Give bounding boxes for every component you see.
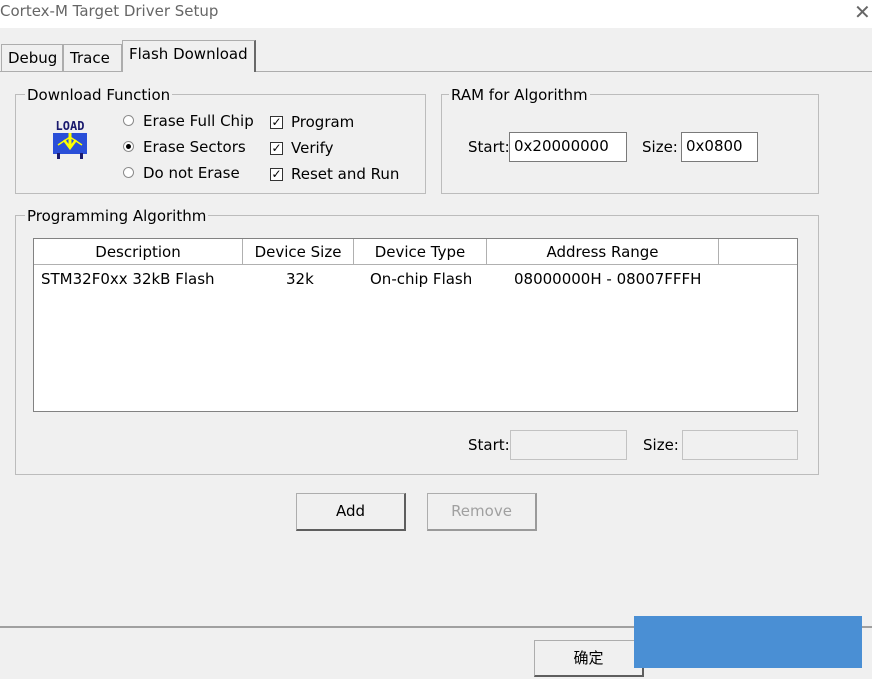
do-not-erase-radio[interactable] [123, 167, 134, 178]
verify-label: Verify [291, 139, 334, 157]
ok-button[interactable]: 确定 [534, 640, 644, 677]
erase-sectors-label: Erase Sectors [143, 138, 246, 156]
tab-trace[interactable]: Trace [63, 44, 122, 71]
algo-size-input[interactable] [682, 430, 798, 460]
watermark [634, 616, 862, 668]
table-row[interactable]: STM32F0xx 32kB Flash 32k On-chip Flash 0… [34, 266, 797, 292]
close-icon[interactable]: ✕ [854, 0, 871, 24]
ram-size-label: Size: [642, 138, 678, 156]
load-icon-text: LOAD [56, 119, 85, 133]
algo-size-label: Size: [643, 436, 679, 454]
column-header-empty [719, 239, 797, 265]
ram-algorithm-legend: RAM for Algorithm [449, 86, 590, 104]
algorithm-list[interactable]: Description Device Size Device Type Addr… [33, 238, 798, 412]
program-label: Program [291, 113, 355, 131]
row-device-size: 32k [286, 270, 314, 288]
tab-flash-download[interactable]: Flash Download [122, 40, 256, 72]
window-title: Cortex-M Target Driver Setup [0, 2, 219, 20]
load-icon: LOAD [50, 118, 90, 160]
remove-button[interactable]: Remove [427, 493, 537, 531]
row-description: STM32F0xx 32kB Flash [41, 270, 215, 288]
erase-full-chip-radio[interactable] [123, 115, 134, 126]
reset-and-run-checkbox[interactable]: ✓ [270, 168, 283, 181]
ram-start-input[interactable]: 0x20000000 [509, 132, 627, 162]
add-button[interactable]: Add [296, 493, 406, 531]
row-device-type: On-chip Flash [370, 270, 473, 288]
verify-checkbox[interactable]: ✓ [270, 142, 283, 155]
erase-full-chip-label: Erase Full Chip [143, 112, 254, 130]
erase-sectors-radio[interactable] [123, 141, 134, 152]
algo-start-label: Start: [468, 436, 510, 454]
column-header-device-size[interactable]: Device Size [243, 239, 354, 265]
do-not-erase-label: Do not Erase [143, 164, 240, 182]
algo-start-input[interactable] [510, 430, 627, 460]
tab-debug[interactable]: Debug [1, 44, 63, 71]
column-header-device-type[interactable]: Device Type [354, 239, 487, 265]
download-function-legend: Download Function [25, 86, 173, 104]
reset-and-run-label: Reset and Run [291, 165, 400, 183]
ram-size-input[interactable]: 0x0800 [681, 132, 758, 162]
ram-start-label: Start: [468, 138, 510, 156]
programming-algorithm-legend: Programming Algorithm [25, 207, 209, 225]
program-checkbox[interactable]: ✓ [270, 116, 283, 129]
column-header-address-range[interactable]: Address Range [487, 239, 719, 265]
column-header-description[interactable]: Description [34, 239, 243, 265]
row-address-range: 08000000H - 08007FFFH [514, 270, 702, 288]
